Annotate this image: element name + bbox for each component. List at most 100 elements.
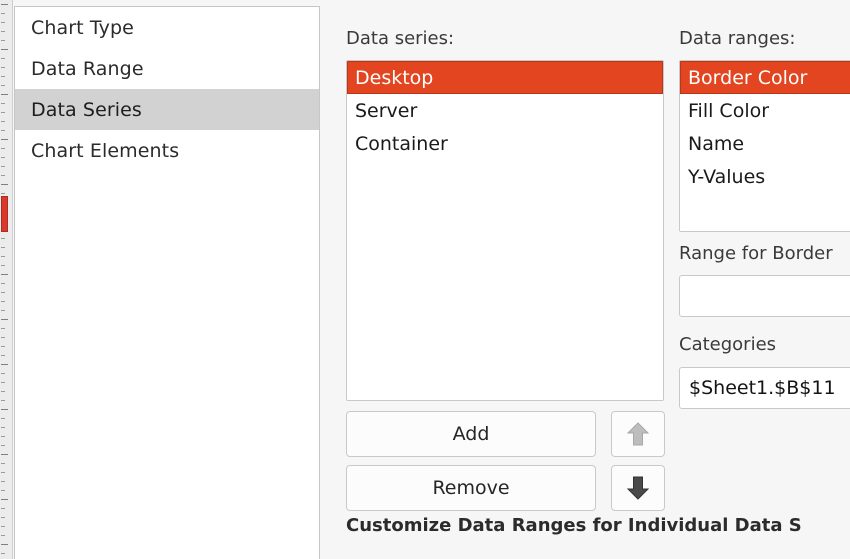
sidebar-item-label: Chart Elements — [31, 139, 180, 162]
ruler-tick — [1, 265, 5, 266]
ruler-tick — [1, 409, 8, 410]
list-item-label: Container — [355, 132, 448, 155]
ruler-tick — [1, 463, 5, 464]
range-for-border-label: Range for Border — [679, 243, 833, 264]
ruler-tick — [1, 85, 5, 86]
ruler-tick — [1, 364, 8, 365]
move-series-down-button[interactable] — [611, 465, 665, 511]
ruler-position-marker[interactable] — [1, 196, 8, 232]
data-ranges-label: Data ranges: — [679, 28, 796, 49]
ruler-tick — [1, 319, 8, 320]
data-ranges-listbox[interactable]: Border Color Fill Color Name Y-Values — [679, 60, 850, 232]
list-item-label: Y-Values — [688, 165, 766, 188]
ruler-tick — [1, 553, 5, 554]
list-item[interactable]: Server — [347, 94, 663, 127]
move-series-up-button[interactable] — [611, 411, 665, 457]
remove-button[interactable]: Remove — [346, 465, 596, 511]
ruler-tick — [1, 427, 5, 428]
ruler-tick — [1, 283, 5, 284]
ruler-tick — [1, 148, 5, 149]
ruler-tick — [1, 355, 5, 356]
list-item-label: Server — [355, 99, 418, 122]
ruler-tick — [1, 481, 5, 482]
ruler-tick — [1, 184, 8, 185]
sidebar-item-label: Data Series — [31, 98, 142, 121]
ruler-tick — [1, 535, 5, 536]
ruler-tick — [1, 112, 5, 113]
ruler-tick — [1, 418, 5, 419]
list-item[interactable]: Fill Color — [680, 94, 850, 127]
ruler-tick — [1, 544, 8, 545]
list-item[interactable]: Name — [680, 127, 850, 160]
ruler-tick — [1, 121, 5, 122]
ruler-tick — [1, 472, 5, 473]
list-item[interactable]: Desktop — [347, 61, 663, 94]
ruler-tick — [1, 247, 5, 248]
ruler-tick — [1, 22, 5, 23]
ruler-tick — [1, 40, 5, 41]
ruler-tick — [1, 130, 5, 131]
sidebar-item-label: Data Range — [31, 57, 144, 80]
vertical-ruler[interactable] — [0, 0, 13, 559]
ruler-tick — [1, 31, 5, 32]
list-item-label: Desktop — [355, 66, 434, 89]
ruler-tick — [1, 238, 5, 239]
range-for-border-input[interactable] — [679, 275, 850, 317]
ruler-tick — [1, 508, 5, 509]
ruler-tick — [1, 76, 5, 77]
ruler-tick — [1, 157, 5, 158]
list-item-label: Name — [688, 132, 745, 155]
wizard-step-sidebar: Chart Type Data Range Data Series Chart … — [14, 6, 320, 559]
data-series-label: Data series: — [346, 28, 455, 49]
ruler-tick — [1, 4, 8, 5]
ruler-tick — [1, 58, 5, 59]
add-button-label: Add — [452, 423, 490, 445]
ruler-tick — [1, 454, 8, 455]
sidebar-item-chart-elements[interactable]: Chart Elements — [15, 130, 319, 171]
ruler-tick — [1, 67, 5, 68]
ruler-tick — [1, 373, 5, 374]
sidebar-item-chart-type[interactable]: Chart Type — [15, 7, 319, 48]
ruler-tick — [1, 292, 5, 293]
ruler-tick — [1, 94, 8, 95]
ruler-tick — [1, 166, 5, 167]
remove-button-label: Remove — [432, 477, 510, 499]
ruler-tick — [1, 346, 5, 347]
chart-wizard-dialog: Chart Type Data Range Data Series Chart … — [0, 0, 850, 559]
categories-input[interactable]: $Sheet1.$B$11 — [679, 367, 850, 409]
ruler-tick — [1, 13, 5, 14]
ruler-ticks — [0, 0, 12, 559]
ruler-tick — [1, 103, 5, 104]
ruler-tick — [1, 436, 5, 437]
add-button[interactable]: Add — [346, 411, 596, 457]
data-series-listbox[interactable]: Desktop Server Container — [346, 60, 664, 401]
list-item-label: Fill Color — [688, 99, 770, 122]
list-item[interactable]: Container — [347, 127, 663, 160]
ruler-tick — [1, 175, 5, 176]
ruler-tick — [1, 301, 5, 302]
sidebar-item-data-range[interactable]: Data Range — [15, 48, 319, 89]
ruler-tick — [1, 328, 5, 329]
arrow-down-icon — [626, 475, 650, 501]
ruler-tick — [1, 391, 5, 392]
list-item[interactable]: Border Color — [680, 61, 850, 94]
ruler-tick — [1, 499, 8, 500]
customize-data-ranges-note: Customize Data Ranges for Individual Dat… — [346, 515, 802, 536]
categories-label: Categories — [679, 334, 777, 355]
sidebar-item-data-series[interactable]: Data Series — [15, 89, 319, 130]
ruler-tick — [1, 490, 5, 491]
ruler-tick — [1, 382, 5, 383]
ruler-tick — [1, 274, 8, 275]
ruler-tick — [1, 400, 5, 401]
ruler-tick — [1, 526, 5, 527]
arrow-up-icon — [626, 421, 650, 447]
ruler-tick — [1, 517, 5, 518]
ruler-tick — [1, 445, 5, 446]
list-item[interactable]: Y-Values — [680, 160, 850, 193]
list-item-label: Border Color — [688, 66, 808, 89]
ruler-tick — [1, 193, 5, 194]
ruler-tick — [1, 310, 5, 311]
ruler-tick — [1, 139, 8, 140]
ruler-tick — [1, 337, 5, 338]
ruler-tick — [1, 256, 5, 257]
